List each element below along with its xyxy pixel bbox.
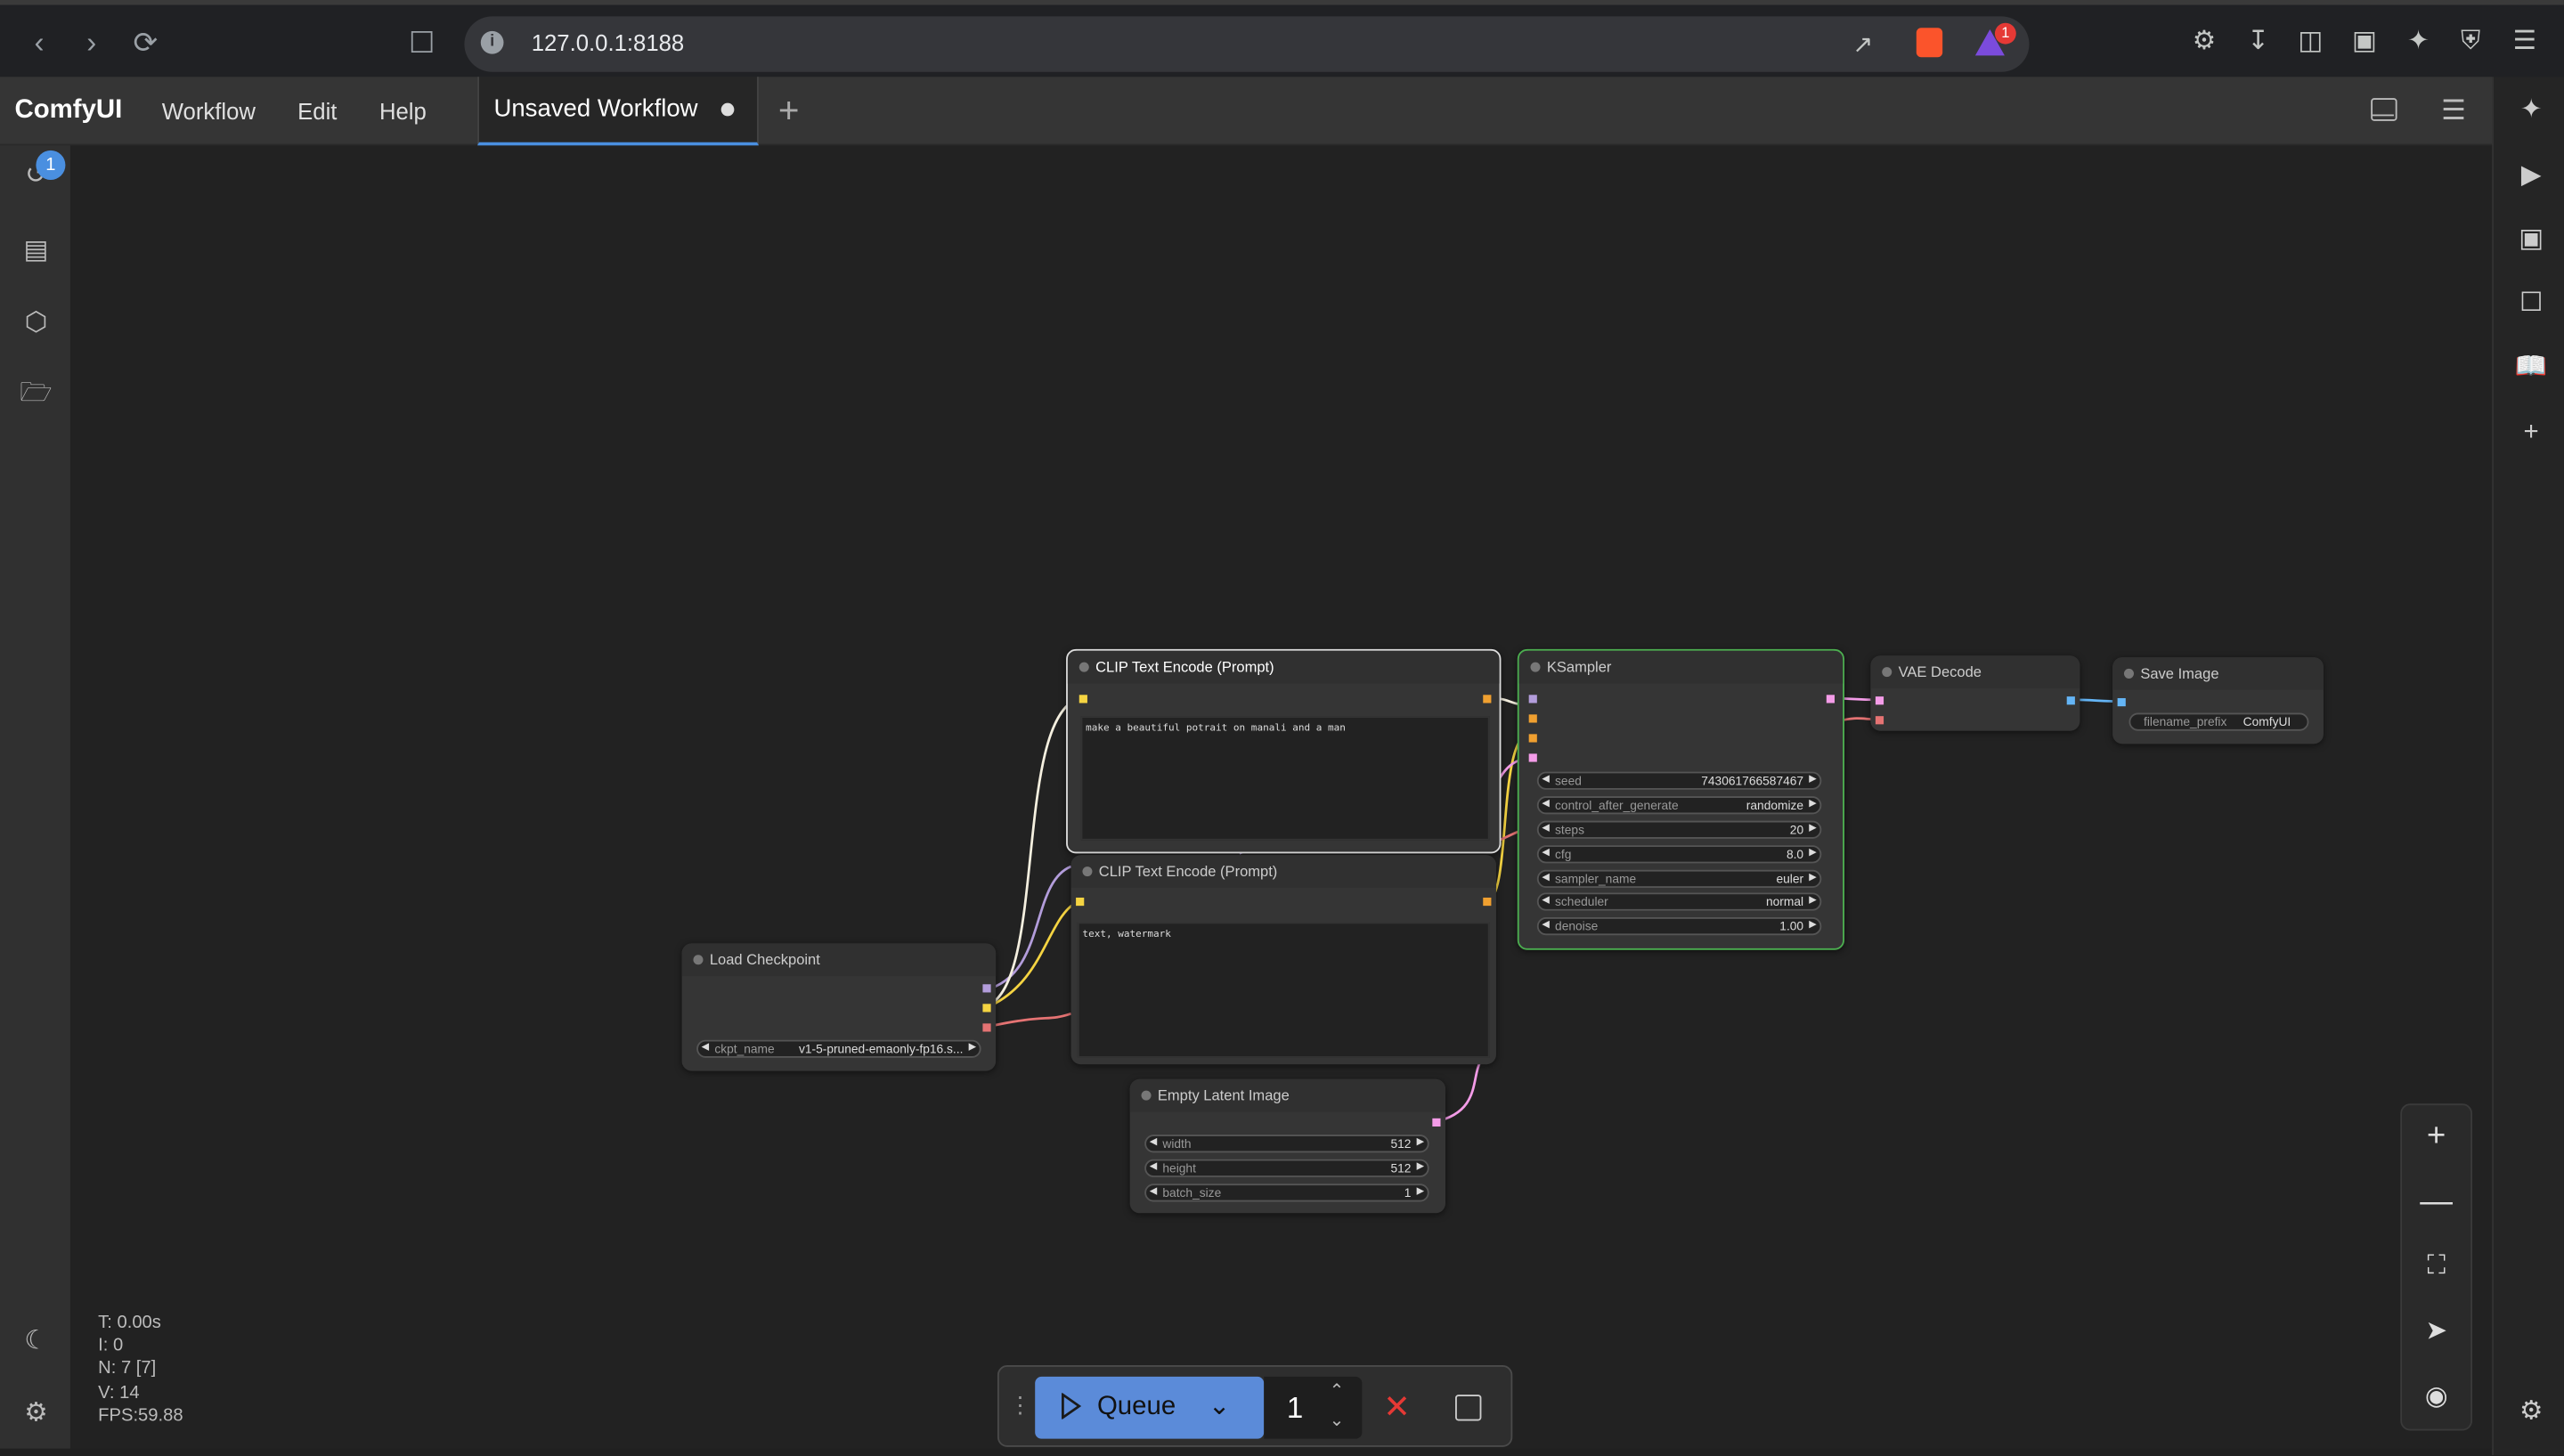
canvas-stats: T: 0.00s I: 0 N: 7 [7] V: 14 FPS:59.88 (98, 1311, 183, 1427)
output-slot-image[interactable] (2066, 696, 2075, 705)
node-title: CLIP Text Encode (Prompt) (1067, 650, 1500, 684)
node-title: VAE Decode (1870, 655, 2080, 688)
negative-prompt-textarea[interactable]: text, watermark (1077, 922, 1490, 1058)
zoom-out-icon[interactable]: — (2418, 1184, 2454, 1219)
cancel-current-close-icon[interactable]: ✕ (1383, 1387, 1411, 1428)
widget-filename-prefix[interactable]: filename_prefix ComfyUI (2129, 712, 2309, 731)
output-slot-conditioning[interactable] (1483, 695, 1492, 704)
toggle-links-eye-icon[interactable]: ◉ (2418, 1380, 2454, 1416)
stat-time: T: 0.00s (98, 1313, 161, 1333)
fit-view-icon[interactable]: ⛶ (2418, 1249, 2454, 1285)
input-slot-samples[interactable] (1875, 696, 1884, 705)
collapse-dot-icon[interactable] (1079, 662, 1089, 672)
queue-button[interactable]: Queue ⌄ (1035, 1376, 1265, 1439)
batch-count-stepper[interactable]: 1 ⌃ ⌄ (1264, 1376, 1363, 1439)
node-title: Empty Latent Image (1129, 1078, 1446, 1112)
input-slot-model[interactable] (1528, 695, 1537, 704)
widget-width[interactable]: ◀ width 512 ▶ (1144, 1135, 1429, 1153)
stat-vertices: V: 14 (98, 1382, 140, 1403)
output-slot-model[interactable] (982, 984, 991, 993)
node-ksampler[interactable]: KSampler ◀ seed 743061766587467 ▶ ◀ control_… (1517, 648, 1845, 950)
input-slot-clip[interactable] (1079, 695, 1087, 704)
node-clip-text-encode-positive[interactable]: CLIP Text Encode (Prompt) make a beautif… (1066, 648, 1502, 854)
input-slot-images[interactable] (2117, 697, 2126, 707)
play-icon (1060, 1393, 1082, 1419)
zoom-in-icon[interactable]: + (2418, 1118, 2454, 1154)
node-empty-latent-image[interactable]: Empty Latent Image ◀ width 512 ▶ ◀ height 512… (1129, 1078, 1446, 1214)
collapse-dot-icon[interactable] (1530, 662, 1541, 672)
node-vae-decode[interactable]: VAE Decode (1870, 655, 2080, 731)
node-title: CLIP Text Encode (Prompt) (1070, 855, 1496, 888)
widget-sampler-name[interactable]: ◀ sampler_name euler ▶ (1536, 869, 1822, 888)
increment-chevron-up-icon[interactable]: ⌃ (1330, 1380, 1345, 1401)
widget-ckpt-name[interactable]: ◀ ckpt_name v1-5-pruned-emaonly-fp16.s... ▶ (696, 1039, 981, 1058)
stat-nodes: N: 7 [7] (98, 1359, 157, 1379)
node-title: Save Image (2112, 657, 2324, 690)
widget-seed[interactable]: ◀ seed 743061766587467 ▶ (1536, 771, 1822, 790)
output-slot-latent[interactable] (1826, 695, 1835, 704)
node-clip-text-encode-negative[interactable]: CLIP Text Encode (Prompt) text, watermar… (1070, 855, 1496, 1065)
input-slot-clip[interactable] (1076, 897, 1085, 907)
collapse-dot-icon[interactable] (2123, 668, 2134, 679)
batch-count-value: 1 (1286, 1391, 1304, 1425)
widget-height[interactable]: ◀ height 512 ▶ (1144, 1159, 1429, 1177)
output-slot-latent[interactable] (1432, 1118, 1441, 1127)
input-slot-negative[interactable] (1528, 734, 1537, 743)
prompt-textarea[interactable]: make a beautiful potrait on manali and a… (1080, 716, 1490, 841)
output-slot-clip[interactable] (982, 1004, 991, 1013)
widget-denoise[interactable]: ◀ denoise 1.00 ▶ (1536, 916, 1822, 936)
collapse-dot-icon[interactable] (693, 955, 704, 965)
stat-iterations: I: 0 (98, 1336, 124, 1356)
canvas-zoom-controls: + — ⛶ ➤ ◉ (2400, 1103, 2473, 1431)
widget-cfg[interactable]: ◀ cfg 8.0 ▶ (1536, 845, 1822, 864)
input-slot-vae[interactable] (1875, 716, 1884, 725)
decrement-chevron-down-icon[interactable]: ⌄ (1330, 1410, 1345, 1430)
queue-mode-chevron-down-icon[interactable]: ⌄ (1209, 1390, 1231, 1423)
drag-handle-icon[interactable]: ⋮ (1009, 1391, 1032, 1419)
collapse-dot-icon[interactable] (1882, 667, 1892, 678)
output-slot-vae[interactable] (982, 1023, 991, 1032)
widget-scheduler[interactable]: ◀ scheduler normal ▶ (1536, 892, 1822, 911)
collapse-dot-icon[interactable] (1141, 1090, 1152, 1101)
input-slot-latent[interactable] (1528, 753, 1537, 762)
widget-steps[interactable]: ◀ steps 20 ▶ (1536, 820, 1822, 839)
widget-batch-size[interactable]: ◀ batch_size 1 ▶ (1144, 1184, 1429, 1202)
collapse-dot-icon[interactable] (1082, 866, 1093, 877)
clear-queue-stop-icon[interactable] (1455, 1395, 1482, 1421)
node-title: Load Checkpoint (681, 943, 997, 977)
select-mode-icon[interactable]: ➤ (2418, 1314, 2454, 1350)
node-load-checkpoint[interactable]: Load Checkpoint ◀ ckpt_name v1-5-pruned-em… (681, 943, 997, 1071)
node-title: KSampler (1518, 650, 1844, 684)
queue-actionbar: ⋮ Queue ⌄ 1 ⌃ ⌄ ✕ (997, 1365, 1513, 1447)
input-slot-positive[interactable] (1528, 714, 1537, 723)
node-save-image[interactable]: Save Image filename_prefix ComfyUI (2112, 657, 2324, 744)
stat-fps: FPS:59.88 (98, 1405, 183, 1426)
queue-label: Queue (1096, 1393, 1176, 1421)
output-slot-conditioning[interactable] (1483, 897, 1492, 907)
widget-control-after-generate[interactable]: ◀ control_after_generate randomize ▶ (1536, 796, 1822, 815)
